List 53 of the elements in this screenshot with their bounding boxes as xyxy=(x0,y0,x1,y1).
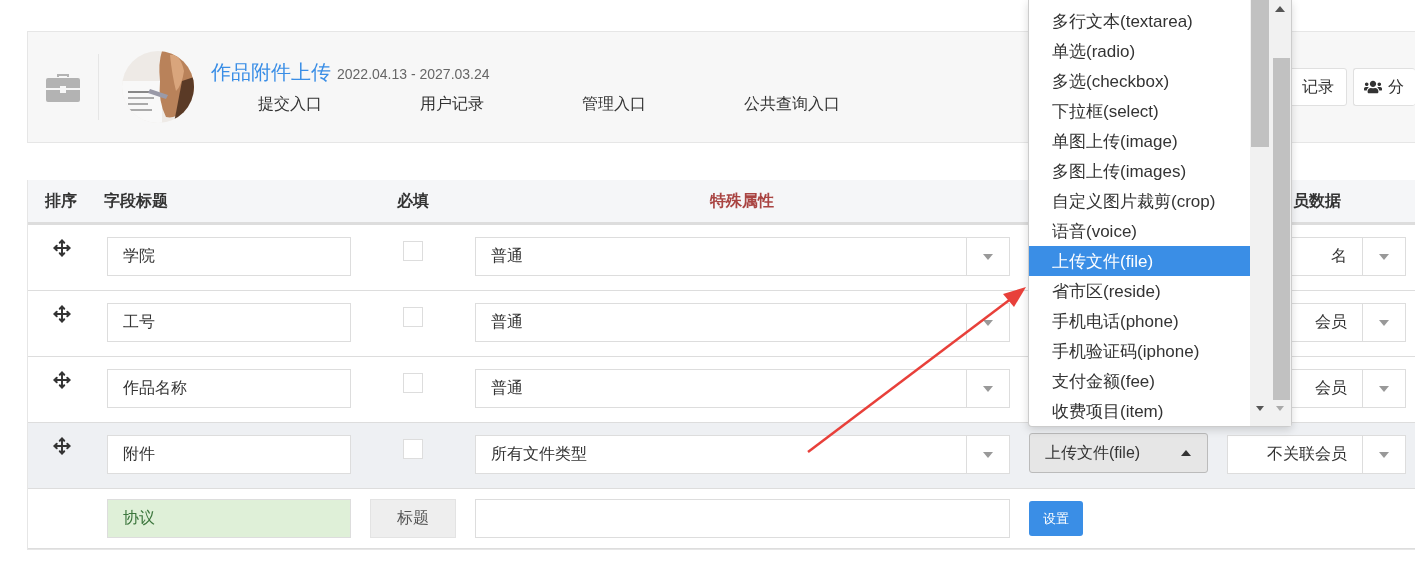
column-header: 排序 xyxy=(43,190,78,211)
caret-icon xyxy=(1379,451,1389,458)
required-checkbox[interactable] xyxy=(402,373,423,393)
caret-icon xyxy=(983,385,993,392)
dropdown-option[interactable]: 下拉框(select) xyxy=(1029,96,1250,126)
agreement-field[interactable]: 协议 xyxy=(107,499,351,538)
column-header: 特殊属性 xyxy=(708,190,775,211)
title-label: 标题 xyxy=(370,499,456,538)
special-select[interactable]: 普通 xyxy=(475,237,1010,276)
dropdown-option[interactable]: 多图上传(images) xyxy=(1029,156,1250,186)
special-select[interactable]: 普通 xyxy=(475,303,1010,342)
drag-handle-icon[interactable] xyxy=(53,371,71,389)
briefcase-icon xyxy=(46,72,80,102)
column-header: 字段标题 xyxy=(103,190,169,211)
scrollbar[interactable] xyxy=(1250,0,1291,426)
title-field[interactable]: 作品名称 xyxy=(107,369,351,408)
caret-icon xyxy=(1181,450,1191,456)
nav-link[interactable]: 公共查询入口 xyxy=(744,94,840,115)
users-icon xyxy=(1364,78,1382,96)
nav-link[interactable]: 提交入口 xyxy=(258,94,322,115)
nav-link[interactable]: 管理入口 xyxy=(582,94,646,115)
special-select[interactable]: 普通 xyxy=(475,369,1010,408)
input-field[interactable] xyxy=(475,499,1010,538)
users-button[interactable]: 分 xyxy=(1353,68,1415,106)
title-field[interactable]: 附件 xyxy=(107,435,351,474)
dropdown-option[interactable]: 单选(radio) xyxy=(1029,36,1250,66)
dropdown-option[interactable]: 自定义图片裁剪(crop) xyxy=(1029,186,1250,216)
required-checkbox[interactable] xyxy=(402,241,423,261)
drag-handle-icon[interactable] xyxy=(53,437,71,455)
date-range: 2022.04.13 - 2027.03.24 xyxy=(337,66,490,82)
title-field[interactable]: 工号 xyxy=(107,303,351,342)
nav-link[interactable]: 用户记录 xyxy=(420,94,484,115)
form-title: 作品附件上传 xyxy=(211,60,331,85)
dropdown-option[interactable]: 单图上传(image) xyxy=(1029,126,1250,156)
caret-icon xyxy=(1379,253,1389,260)
required-checkbox[interactable] xyxy=(402,307,423,327)
column-header: 员数据 xyxy=(1292,190,1342,211)
caret-icon xyxy=(983,253,993,260)
caret-icon xyxy=(983,319,993,326)
dropdown-option[interactable]: 多选(checkbox) xyxy=(1029,66,1250,96)
caret-icon xyxy=(1379,319,1389,326)
title-field[interactable]: 学院 xyxy=(107,237,351,276)
special-select[interactable]: 所有文件类型 xyxy=(475,435,1010,474)
required-checkbox[interactable] xyxy=(402,439,423,459)
table-row[interactable]: 附件 所有文件类型 上传文件(file) 不关联会员 xyxy=(28,423,1415,489)
caret-icon xyxy=(983,451,993,458)
column-header: 必填 xyxy=(395,190,430,211)
member-select[interactable]: 不关联会员 xyxy=(1227,435,1406,474)
drag-handle-icon[interactable] xyxy=(53,239,71,257)
dropdown-option[interactable]: 多行文本(textarea) xyxy=(1029,6,1250,36)
drag-handle-icon[interactable] xyxy=(53,305,71,323)
type-select[interactable]: 上传文件(file) xyxy=(1029,433,1208,473)
caret-icon xyxy=(1379,385,1389,392)
